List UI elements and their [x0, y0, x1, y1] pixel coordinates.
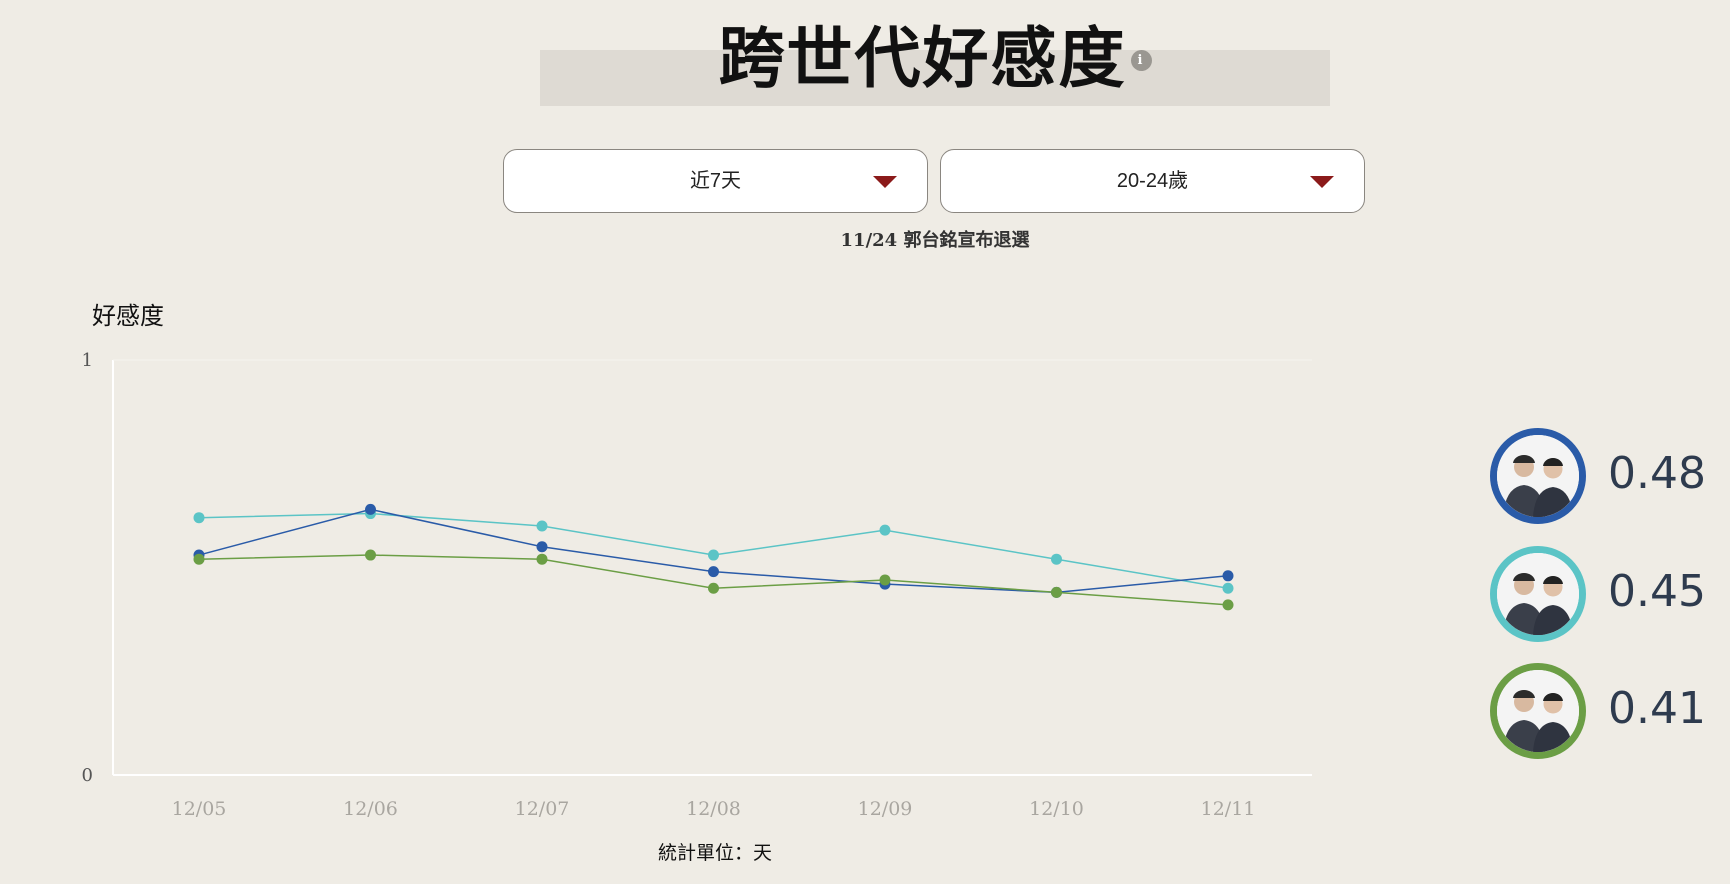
data-point: [1222, 570, 1234, 582]
x-tick-label: 12/09: [858, 798, 913, 820]
legend-value: 0.41: [1608, 683, 1706, 734]
x-tick-label: 12/06: [343, 798, 398, 820]
data-point: [365, 503, 376, 515]
x-tick-label: 12/07: [515, 798, 570, 820]
data-point: [879, 524, 891, 536]
data-point: [365, 549, 376, 561]
y-tick-label: 0: [82, 765, 93, 786]
legend-item-green: 0.41: [1490, 663, 1720, 761]
legend-item-teal: 0.45: [1490, 546, 1720, 644]
x-tick-label: 12/11: [1201, 798, 1256, 820]
line-chart: 0 1 12/05 12/06 12/07 12/08 12/09 12/10 12/11: [82, 350, 1312, 820]
data-point: [708, 549, 719, 561]
candidate-pair-avatar: [1490, 546, 1586, 642]
data-point: [193, 553, 205, 565]
data-point: [1051, 586, 1062, 598]
statistic-unit-label: 統計單位：天: [657, 843, 772, 864]
x-tick-label: 12/10: [1029, 798, 1084, 820]
legend-value: 0.45: [1608, 566, 1706, 617]
data-point: [536, 520, 548, 532]
data-point: [708, 582, 719, 594]
x-tick-label: 12/08: [686, 798, 741, 820]
data-point: [536, 553, 548, 565]
candidate-pair-avatar: [1490, 663, 1586, 759]
y-tick-label: 1: [82, 350, 93, 371]
candidate-pair-avatar: [1490, 428, 1586, 524]
data-point: [1222, 599, 1234, 611]
x-tick-label: 12/05: [172, 798, 227, 820]
data-point: [708, 566, 719, 578]
legend-value: 0.48: [1608, 448, 1706, 499]
data-point: [1222, 582, 1234, 594]
data-point: [879, 574, 891, 586]
data-point: [193, 512, 205, 524]
legend-item-blue: 0.48: [1490, 428, 1720, 526]
data-point: [1051, 553, 1062, 565]
data-point: [536, 541, 548, 553]
